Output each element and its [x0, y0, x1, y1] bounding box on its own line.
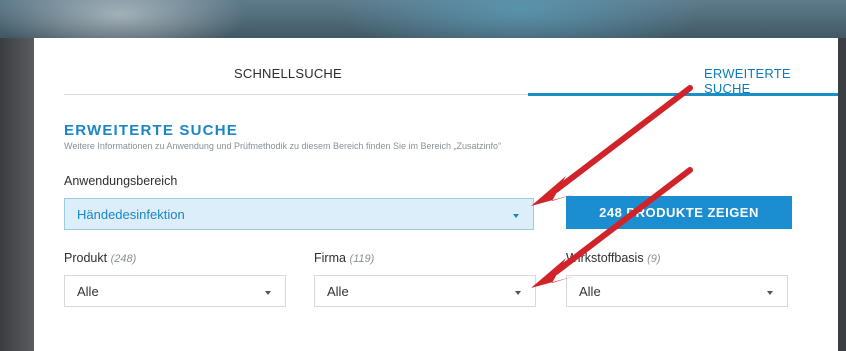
application-area-label: Anwendungsbereich	[64, 174, 178, 188]
substance-count: (9)	[647, 253, 661, 265]
chevron-down-icon	[515, 291, 521, 295]
section-title: ERWEITERTE SUCHE	[64, 122, 238, 139]
search-tabs: SCHNELLSUCHE ERWEITERTE SUCHE	[64, 38, 838, 96]
company-filter-label: Firma (119)	[314, 251, 374, 265]
chevron-down-icon	[767, 291, 773, 295]
tab-advanced-search[interactable]: ERWEITERTE SUCHE	[704, 66, 838, 96]
show-products-button[interactable]: 248 PRODUKTE ZEIGEN	[566, 196, 792, 229]
chevron-down-icon	[265, 291, 271, 295]
company-count: (119)	[349, 253, 375, 265]
substance-select-value: Alle	[579, 284, 601, 299]
company-select-value: Alle	[327, 284, 349, 299]
screenshot-frame: SCHNELLSUCHE ERWEITERTE SUCHE ERWEITERTE…	[0, 0, 846, 351]
substance-select[interactable]: Alle	[566, 275, 788, 307]
product-select-value: Alle	[77, 284, 99, 299]
product-count: (248)	[110, 253, 137, 265]
right-background-strip	[838, 38, 846, 351]
chevron-down-icon	[513, 214, 519, 218]
company-select[interactable]: Alle	[314, 275, 536, 307]
product-select[interactable]: Alle	[64, 275, 286, 307]
section-subtitle: Weitere Informationen zu Anwendung und P…	[64, 141, 502, 151]
product-filter-label: Produkt (248)	[64, 251, 136, 265]
application-area-select[interactable]: Händedesinfektion	[64, 198, 534, 230]
product-filter-label-text: Produkt	[64, 251, 108, 265]
substance-filter-label-text: Wirkstoffbasis	[566, 251, 644, 265]
substance-filter-label: Wirkstoffbasis (9)	[566, 251, 661, 265]
left-background-strip	[0, 38, 34, 351]
application-area-value: Händedesinfektion	[77, 207, 185, 222]
search-panel: SCHNELLSUCHE ERWEITERTE SUCHE ERWEITERTE…	[34, 38, 838, 351]
company-filter-label-text: Firma	[314, 251, 346, 265]
tab-quick-search[interactable]: SCHNELLSUCHE	[234, 66, 342, 81]
active-tab-indicator	[528, 93, 838, 96]
